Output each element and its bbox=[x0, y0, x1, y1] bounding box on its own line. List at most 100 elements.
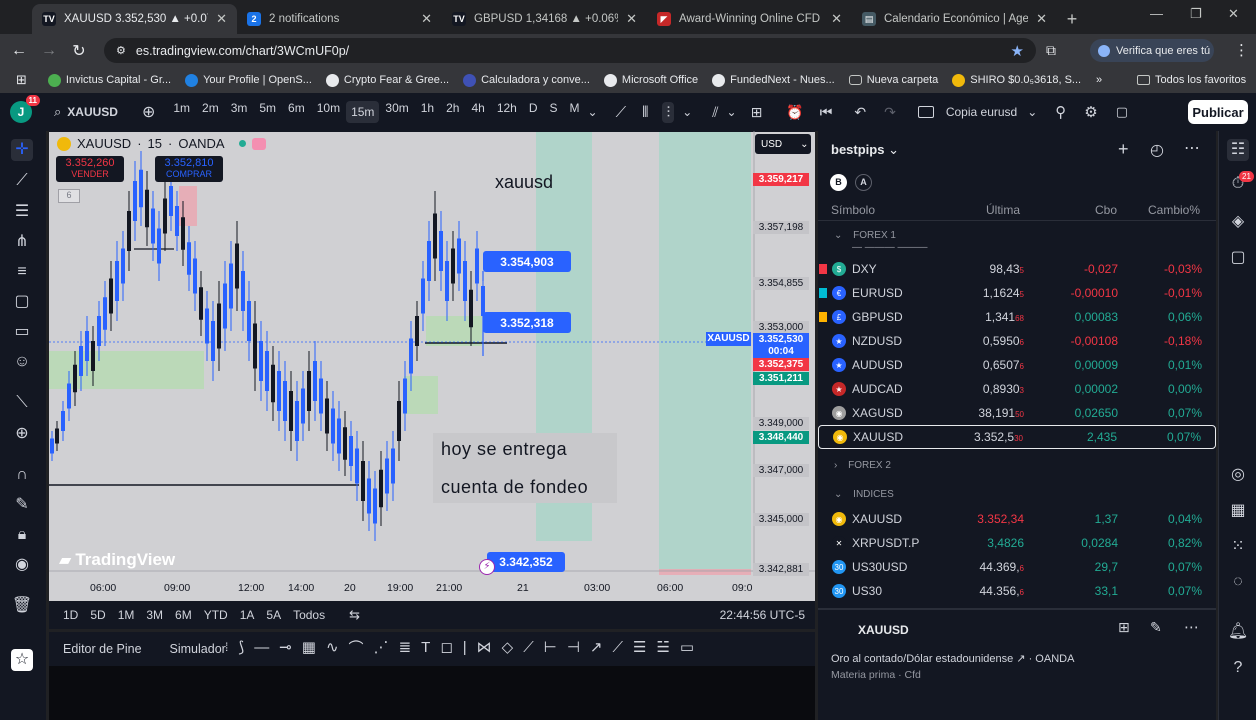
verify-button[interactable]: Verifica que eres tú bbox=[1090, 39, 1214, 62]
short-position-icon[interactable]: ⊣ bbox=[567, 638, 580, 656]
watchlist-row[interactable]: ◉ XAUUSD 3.352,530 2,435 0,07% bbox=[818, 425, 1216, 449]
watchlist-row[interactable]: 30 US30 44.356,6 33,1 0,07% bbox=[818, 579, 1216, 603]
price-marker-mid[interactable]: 3.352,318 bbox=[483, 312, 571, 333]
price-marker-low[interactable]: 3.342,352 bbox=[487, 552, 565, 572]
legend-symbol[interactable]: XAUUSD bbox=[77, 136, 131, 151]
pencil-lock-icon[interactable]: ✎ bbox=[11, 494, 33, 516]
emoji-icon[interactable]: ☺ bbox=[11, 351, 33, 373]
interval-button[interactable]: 5m bbox=[253, 101, 282, 123]
bookmark-item[interactable]: FundedNext - Nues... bbox=[705, 73, 842, 87]
more-options-icon[interactable]: ⋯ bbox=[1184, 138, 1200, 158]
target-icon[interactable]: ◎ bbox=[1227, 464, 1249, 486]
browser-tab[interactable]: ▤ Calendario Económico | Agenda ✕ bbox=[852, 4, 1057, 34]
eraser-icon[interactable]: ◇ bbox=[502, 638, 514, 656]
grid-icon[interactable]: ▦ bbox=[302, 638, 316, 656]
lightning-icon[interactable]: ⚡︎ bbox=[479, 559, 495, 575]
lightbulb-icon[interactable]: ◌ bbox=[1227, 571, 1249, 593]
apps-dots-icon[interactable]: ⁙ bbox=[1227, 536, 1249, 558]
pattern-icon[interactable]: ⋰ bbox=[374, 638, 389, 656]
all-bookmarks-button[interactable]: Todos los favoritos bbox=[1130, 74, 1253, 86]
col-change[interactable]: Cbo bbox=[1095, 203, 1117, 217]
parallel-lines-icon[interactable]: ≣ bbox=[399, 638, 412, 656]
group-forex-2[interactable]: › FOREX 2 bbox=[834, 460, 891, 471]
range-button[interactable]: YTD bbox=[198, 608, 234, 622]
bookmark-item[interactable]: Microsoft Office bbox=[597, 73, 705, 87]
simulator-tab[interactable]: Simulador bbox=[170, 642, 226, 656]
new-tab-button[interactable]: + bbox=[1057, 4, 1087, 34]
tab-close-icon[interactable]: ✕ bbox=[626, 11, 637, 27]
lock-icon[interactable]: 🔒︎ bbox=[11, 524, 33, 546]
back-icon[interactable]: ← bbox=[4, 42, 34, 60]
interval-button[interactable]: 4h bbox=[465, 101, 490, 123]
watchlist-row[interactable]: ✕ XRPUSDT.P 3,4826 0,0284 0,82% bbox=[818, 531, 1216, 555]
brush2-icon[interactable]: ⟋ bbox=[612, 639, 623, 656]
apps-grid-icon[interactable]: ⊞ bbox=[0, 72, 41, 88]
indicators-icon[interactable]: ⫽ bbox=[712, 104, 718, 121]
range-button[interactable]: Todos bbox=[287, 608, 331, 622]
maximize-icon[interactable]: ❐ bbox=[1190, 6, 1202, 22]
interval-button[interactable]: 15m bbox=[346, 101, 380, 123]
tab-close-icon[interactable]: ✕ bbox=[421, 11, 432, 27]
trash-icon[interactable]: 🗑︎ bbox=[11, 595, 33, 617]
quick-search-icon[interactable]: ⚲ bbox=[1055, 103, 1066, 121]
settings-icon[interactable]: ⚙ bbox=[1084, 103, 1097, 121]
pitchfork-icon[interactable]: ⋔ bbox=[11, 231, 33, 253]
undo-icon[interactable]: ↶ bbox=[854, 104, 866, 121]
details-layout-icon[interactable]: ⊞ bbox=[1118, 619, 1130, 635]
frame-icon[interactable]: ◻ bbox=[440, 638, 452, 656]
interval-button[interactable]: M bbox=[564, 101, 586, 123]
eye-icon[interactable]: ◉ bbox=[11, 554, 33, 576]
site-info-icon[interactable]: ⚙ bbox=[116, 44, 126, 57]
interval-button[interactable]: 2h bbox=[440, 101, 465, 123]
magnet-icon[interactable]: ∩ bbox=[11, 464, 33, 486]
hline-icon[interactable]: — bbox=[254, 639, 269, 656]
group-forex-1[interactable]: ⌄ FOREX 1 bbox=[834, 230, 896, 241]
interval-dropdown-icon[interactable]: ⌄ bbox=[588, 105, 598, 119]
add-symbol-icon[interactable]: + bbox=[1118, 139, 1129, 160]
text-note-icon[interactable]: ▭ bbox=[11, 321, 33, 343]
watchlist-row[interactable]: 30 US30USD 44.369,6 29,7 0,07% bbox=[818, 555, 1216, 579]
add-symbol-icon[interactable]: ⊕ bbox=[142, 102, 155, 122]
watchlist-view-icon[interactable]: ◴ bbox=[1150, 140, 1164, 160]
note-box[interactable]: hoy se entrega cuenta de fondeo bbox=[433, 433, 617, 503]
interval-button[interactable]: 10m bbox=[311, 101, 346, 123]
calendar-icon[interactable]: ▦ bbox=[1227, 500, 1249, 522]
camera-icon[interactable]: ▢ bbox=[1116, 104, 1128, 120]
bookmark-item[interactable]: Crypto Fear & Gree... bbox=[319, 73, 456, 87]
bookmark-item[interactable]: SHIRO $0.0₅3618, S... bbox=[945, 73, 1088, 87]
tab-close-icon[interactable]: ✕ bbox=[216, 11, 227, 27]
browser-tab[interactable]: 2 2 notifications ✕ bbox=[237, 4, 442, 34]
interval-button[interactable]: 6m bbox=[282, 101, 311, 123]
price-chart[interactable]: XAUUSD · 15 · OANDA 3.352,260 VENDER 3.3… bbox=[49, 131, 815, 601]
interval-button[interactable]: 1m bbox=[167, 101, 196, 123]
bookmark-item[interactable]: Calculadora y conve... bbox=[456, 73, 597, 87]
watchlist-row[interactable]: € EURUSD 1,16245 -0,00010 -0,01% bbox=[818, 281, 1216, 305]
url-field[interactable]: ⚙ es.tradingview.com/chart/3WCmUF0p/ ★ bbox=[104, 38, 1036, 63]
more-bookmarks-icon[interactable]: » bbox=[1096, 74, 1102, 86]
pine-editor-tab[interactable]: Editor de Pine bbox=[63, 642, 142, 656]
details-more-icon[interactable]: ⋯ bbox=[1184, 618, 1199, 635]
templates-icon[interactable]: ⊞ bbox=[751, 104, 763, 121]
currency-select[interactable]: USD ⌄ bbox=[755, 134, 811, 154]
candles-icon[interactable]: ⫴ bbox=[642, 104, 648, 121]
bookmark-item[interactable]: Nueva carpeta bbox=[842, 74, 946, 87]
bid-toggle[interactable]: B bbox=[830, 174, 847, 191]
sell-button[interactable]: 3.352,260 VENDER bbox=[56, 156, 124, 182]
watchlist-row[interactable]: ◉ XAGUSD 38,19150 0,02650 0,07% bbox=[818, 401, 1216, 425]
browser-tab[interactable]: ◤ Award-Winning Online CFD Bro ✕ bbox=[647, 4, 852, 34]
reload-icon[interactable]: ↻ bbox=[64, 41, 94, 61]
forward-icon[interactable]: → bbox=[34, 42, 64, 60]
rectangle-icon[interactable]: ▢ bbox=[11, 291, 33, 313]
drag-handle-icon[interactable]: ⁞ bbox=[225, 640, 228, 654]
interval-button[interactable]: 30m bbox=[379, 101, 414, 123]
line-chart-icon[interactable]: ⟋ bbox=[616, 104, 627, 121]
range-button[interactable]: 1A bbox=[234, 608, 261, 622]
symbol-search[interactable]: XAUUSD bbox=[61, 105, 124, 119]
range-button[interactable]: 3M bbox=[140, 608, 169, 622]
group-indices[interactable]: ⌄ INDICES bbox=[834, 489, 894, 500]
watchlist-row[interactable]: £ GBPUSD 1,34168 0,00083 0,06% bbox=[818, 305, 1216, 329]
browser-tab[interactable]: TV XAUUSD 3.352,530 ▲ +0.07% OANDA ✕ bbox=[32, 4, 237, 34]
range-button[interactable]: 5D bbox=[84, 608, 111, 622]
watchlist-icon[interactable]: ☷ bbox=[1227, 139, 1249, 161]
range-button[interactable]: 5A bbox=[260, 608, 287, 622]
